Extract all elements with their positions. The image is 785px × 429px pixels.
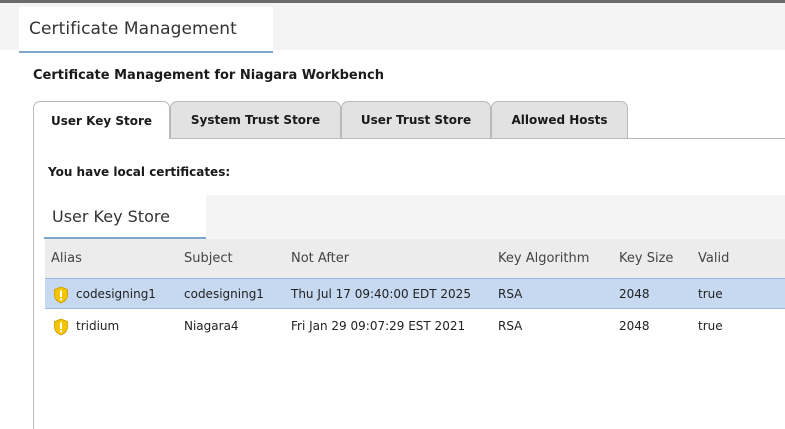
shield-warning-icon [54, 318, 68, 336]
cell-key-algorithm: RSA [498, 287, 523, 301]
cell-not-after: Thu Jul 17 09:40:00 EDT 2025 [291, 287, 471, 301]
cell-alias: codesigning1 [76, 287, 156, 301]
cell-subject: Niagara4 [184, 319, 239, 333]
cell-valid: true [698, 287, 723, 301]
local-certificates-message: You have local certificates: [48, 165, 231, 179]
header-bar: Certificate Management [0, 3, 785, 53]
view-title: Certificate Management [29, 19, 237, 39]
cell-not-after: Fri Jan 29 09:07:29 EST 2021 [291, 319, 466, 333]
column-header-alias[interactable]: Alias [51, 251, 82, 266]
cell-key-size: 2048 [619, 287, 650, 301]
tab-user-trust-store[interactable]: User Trust Store [341, 101, 491, 138]
column-header-key-algorithm[interactable]: Key Algorithm [498, 251, 589, 266]
table-header: Alias Subject Not After Key Algorithm Ke… [45, 239, 785, 279]
cell-subject: codesigning1 [184, 287, 264, 301]
tab-user-key-store[interactable]: User Key Store [33, 101, 170, 139]
tab-system-trust-store[interactable]: System Trust Store [170, 101, 341, 138]
view-title-tab[interactable]: Certificate Management [19, 7, 273, 53]
column-header-not-after[interactable]: Not After [291, 251, 349, 266]
table-row[interactable]: codesigning1 codesigning1 Thu Jul 17 09:… [45, 278, 785, 309]
column-header-valid[interactable]: Valid [698, 251, 729, 266]
column-header-key-size[interactable]: Key Size [619, 251, 673, 266]
page-heading: Certificate Management for Niagara Workb… [33, 68, 384, 83]
store-header-strip [206, 195, 785, 239]
cell-key-algorithm: RSA [498, 319, 523, 333]
tab-allowed-hosts[interactable]: Allowed Hosts [491, 101, 628, 138]
store-title-tab[interactable]: User Key Store [44, 195, 206, 239]
shield-warning-icon [54, 286, 68, 304]
cell-alias: tridium [76, 319, 120, 333]
cell-valid: true [698, 319, 723, 333]
tab-panel: You have local certificates: User Key St… [33, 138, 785, 429]
table-row[interactable]: tridium Niagara4 Fri Jan 29 09:07:29 EST… [45, 311, 785, 342]
cell-key-size: 2048 [619, 319, 650, 333]
store-title: User Key Store [52, 207, 170, 226]
column-header-subject[interactable]: Subject [184, 251, 233, 266]
